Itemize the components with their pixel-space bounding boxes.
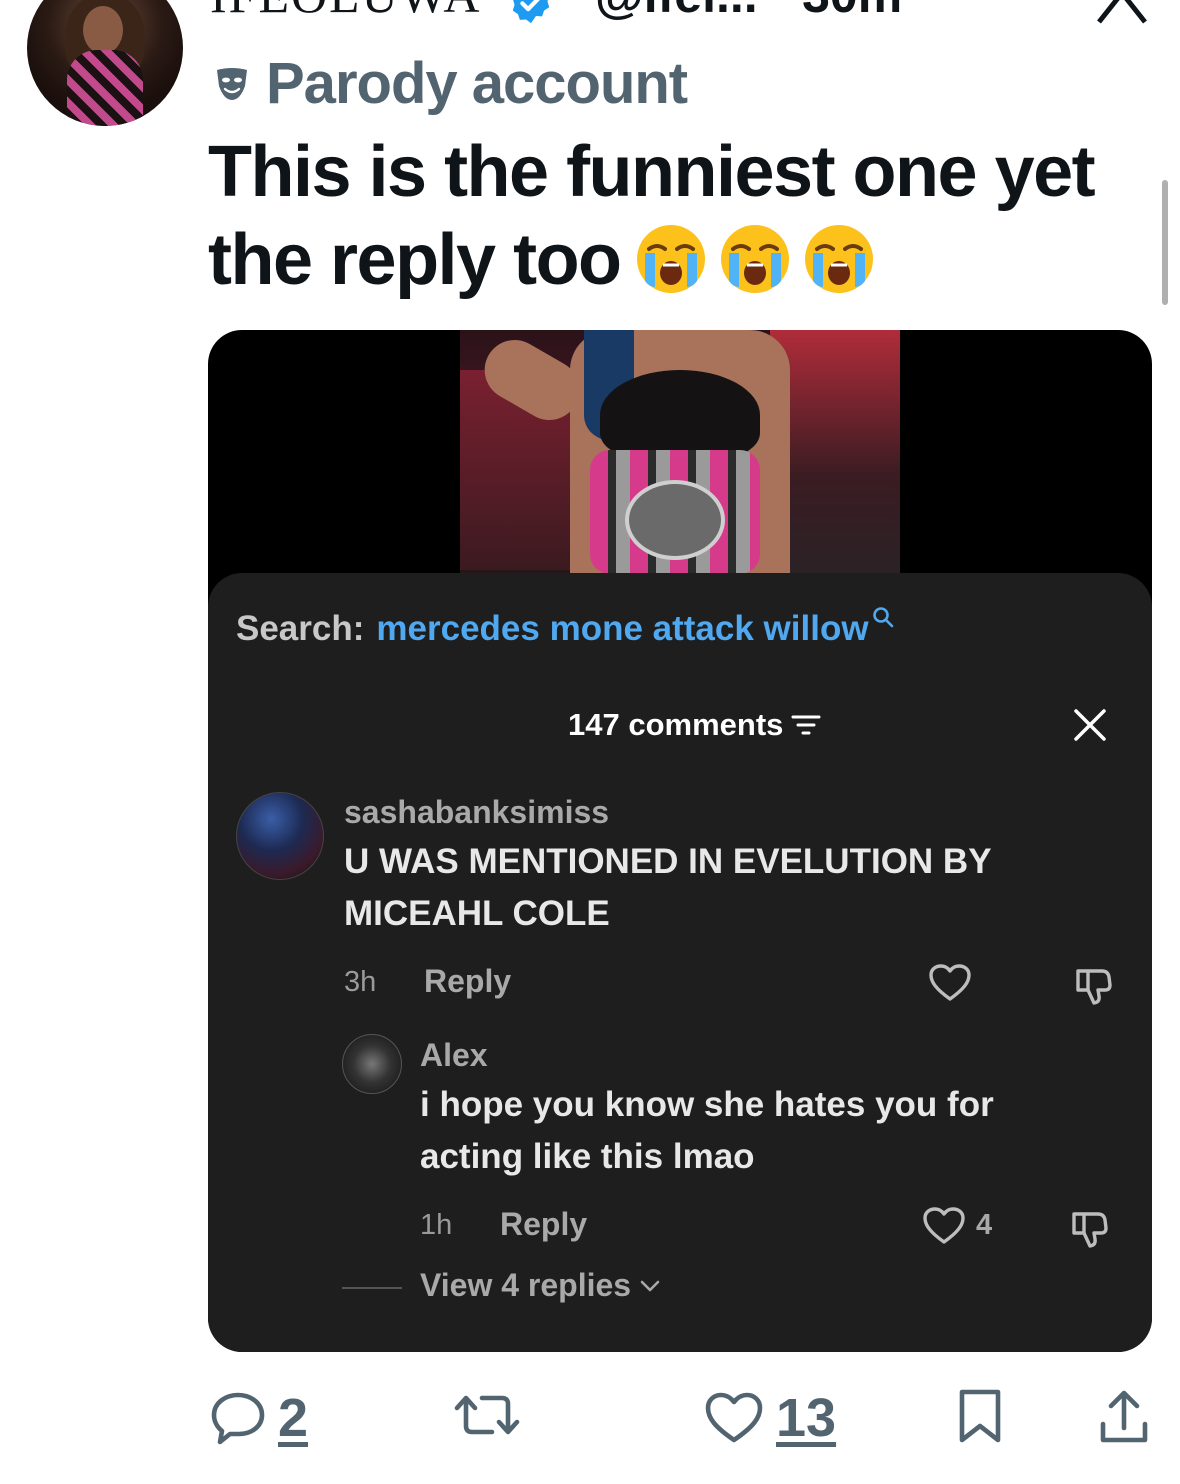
- view-replies-button[interactable]: View 4 replies: [420, 1267, 661, 1304]
- media-attachment[interactable]: Search: mercedes mone attack willow 147 …: [208, 330, 1152, 1352]
- author-line: IFEOLUWA @ifel... · 30m: [210, 0, 902, 23]
- heart-icon[interactable]: [922, 1206, 966, 1246]
- comments-panel: Search: mercedes mone attack willow 147 …: [208, 573, 1152, 1352]
- verified-badge-icon: [512, 0, 550, 24]
- bookmark-action[interactable]: [956, 1388, 1004, 1444]
- video-top: [600, 370, 760, 460]
- search-icon: [872, 607, 893, 628]
- commenter-avatar[interactable]: [236, 792, 324, 880]
- reply-avatar[interactable]: [342, 1034, 402, 1094]
- repost-icon: [454, 1395, 520, 1435]
- emoji-group: [635, 223, 875, 295]
- share-action[interactable]: [1098, 1388, 1150, 1446]
- search-query-link[interactable]: mercedes mone attack willow: [376, 609, 868, 649]
- share-icon: [1100, 1390, 1148, 1443]
- avatar-face: [83, 6, 123, 54]
- x-logo-icon[interactable]: [1095, 0, 1149, 24]
- reply-username[interactable]: Alex: [420, 1037, 488, 1074]
- thumbs-down-icon[interactable]: [1072, 963, 1116, 1007]
- thread-line: [342, 1287, 402, 1289]
- thumbs-down-icon[interactable]: [1068, 1206, 1112, 1250]
- reply-reply-button[interactable]: Reply: [500, 1206, 587, 1243]
- tweet-action-bar: 2 13: [0, 1388, 1180, 1458]
- like-action[interactable]: 13: [704, 1388, 836, 1448]
- video-thumbnail: [460, 330, 900, 574]
- loudly-crying-face-icon: [720, 224, 789, 293]
- loudly-crying-face-icon: [804, 224, 873, 293]
- reply-text: i hope you know she hates you for acting…: [420, 1085, 994, 1176]
- display-name[interactable]: IFEOLUWA: [210, 0, 482, 23]
- like-count: 13: [776, 1388, 837, 1448]
- reply-bubble-icon: [211, 1392, 265, 1445]
- bookmark-icon: [959, 1389, 1001, 1443]
- avatar-outfit: [67, 50, 143, 126]
- loudly-crying-face-icon: [636, 224, 705, 293]
- reply-action[interactable]: 2: [210, 1388, 308, 1448]
- comments-count-text: 147 comments: [568, 707, 784, 742]
- heart-icon: [705, 1392, 763, 1443]
- reply-like-count: 4: [976, 1209, 993, 1241]
- chevron-down-icon: [640, 1280, 660, 1291]
- search-label: Search:: [236, 609, 365, 648]
- close-icon[interactable]: [1072, 707, 1108, 743]
- scrollbar[interactable]: [1162, 180, 1168, 305]
- handle-and-time[interactable]: @ifel... · 30m: [595, 0, 902, 20]
- profile-avatar[interactable]: [27, 0, 183, 126]
- comment-timestamp: 3h: [344, 966, 377, 998]
- repost-action[interactable]: [452, 1388, 522, 1442]
- heart-icon[interactable]: [928, 963, 972, 1003]
- parody-mask-icon: [217, 68, 247, 100]
- comment-text: U WAS MENTIONED IN EVELUTION BY MICEAHL …: [344, 842, 991, 933]
- view-replies-text: View 4 replies: [420, 1267, 632, 1303]
- search-suggestion[interactable]: Search: mercedes mone attack willow: [236, 607, 895, 649]
- reply-count: 2: [278, 1388, 309, 1448]
- tweet-body: This is the funniest one yet the reply t…: [208, 128, 1168, 304]
- sort-filter-icon[interactable]: [791, 713, 821, 737]
- comment-reply-button[interactable]: Reply: [424, 963, 511, 1000]
- parody-text: Parody account: [266, 51, 688, 116]
- comment-username[interactable]: sashabanksimiss: [344, 794, 609, 831]
- reply-timestamp: 1h: [420, 1209, 453, 1241]
- parody-label: Parody account: [212, 51, 688, 116]
- video-belt-plate: [625, 480, 725, 560]
- comments-count: 147 comments: [568, 707, 821, 743]
